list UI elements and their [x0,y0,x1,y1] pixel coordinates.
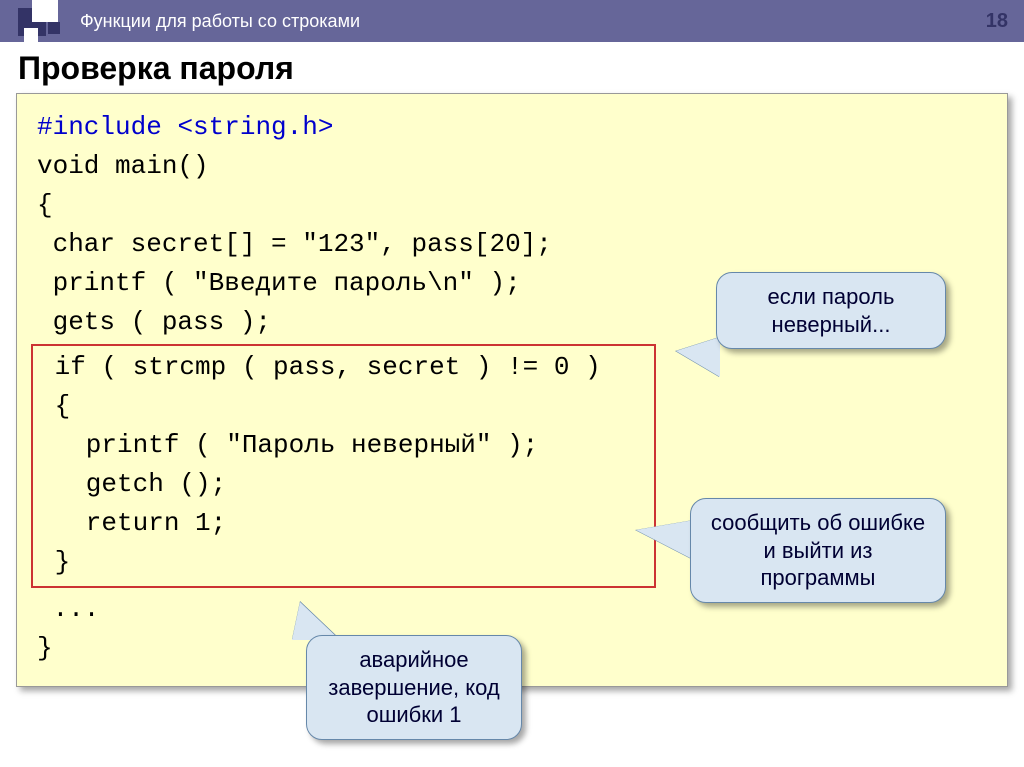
code-line: printf ( "Пароль неверный" ); [39,426,648,465]
page-number: 18 [986,10,1008,33]
highlighted-code-block: if ( strcmp ( pass, secret ) != 0 ) { pr… [31,344,656,588]
slide-logo-icon [18,0,66,48]
code-line: { [39,387,648,426]
code-line: { [37,186,987,225]
callout-tail-icon [636,520,694,560]
header-bar: Функции для работы со строками [0,0,1024,42]
code-line: char secret[] = "123", pass[20]; [37,225,987,264]
code-include-header: <string.h> [177,112,333,142]
callout-abort-code: аварийное завершение, код ошибки 1 [306,635,522,740]
callout-report-error: сообщить об ошибке и выйти из программы [690,498,946,603]
code-line: if ( strcmp ( pass, secret ) != 0 ) [39,348,648,387]
code-include-keyword: #include [37,112,177,142]
page-title: Проверка пароля [18,50,1024,87]
callout-tail-icon [676,337,720,377]
code-line: } [39,543,648,582]
code-line: getch (); [39,465,648,504]
breadcrumb: Функции для работы со строками [80,11,360,32]
callout-wrong-password: если пароль неверный... [716,272,946,349]
code-line: void main() [37,147,987,186]
code-line: return 1; [39,504,648,543]
